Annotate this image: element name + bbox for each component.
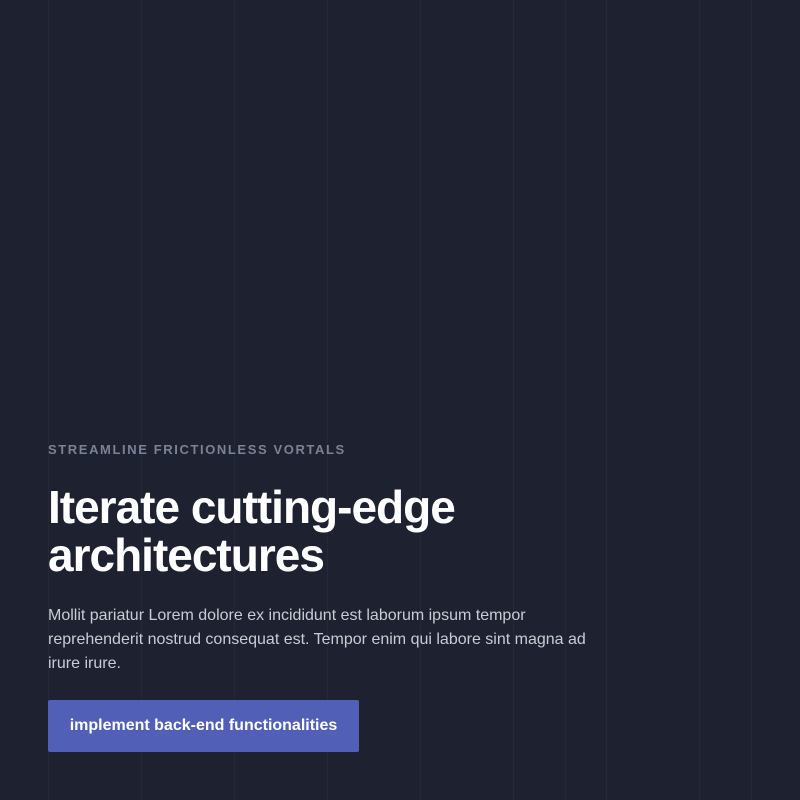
cta-button[interactable]: implement back-end functionalities: [48, 700, 359, 752]
grid-line: [751, 0, 752, 800]
hero-headline: Iterate cutting-edge architectures: [48, 481, 456, 581]
hero-description: Mollit pariatur Lorem dolore ex incididu…: [48, 607, 586, 672]
hero-eyebrow: STREAMLINE FRICTIONLESS VORTALS: [48, 442, 346, 457]
hero-section: STREAMLINE FRICTIONLESS VORTALS Iterate …: [48, 441, 608, 752]
grid-line: [699, 0, 700, 800]
